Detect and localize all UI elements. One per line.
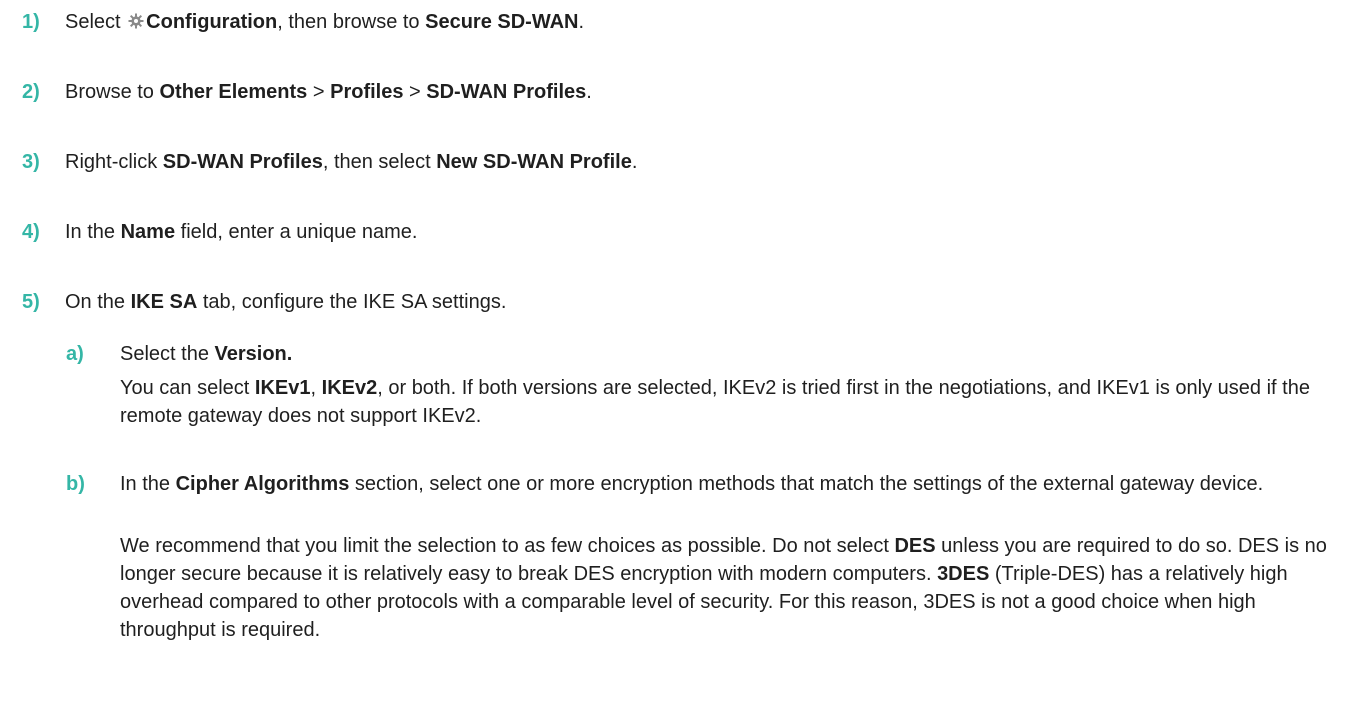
step-text: On the IKE SA tab, configure the IKE SA …: [65, 291, 507, 313]
substep-text: Select the Version.: [120, 343, 293, 365]
secure-sdwan-label: Secure SD-WAN: [425, 11, 579, 33]
step-number: 5): [22, 291, 40, 313]
step-text: In the Name field, enter a unique name.: [65, 221, 418, 243]
substep-b: b) In the Cipher Algorithms section, sel…: [66, 470, 1335, 498]
substep-b-paragraph: We recommend that you limit the selectio…: [120, 535, 1327, 641]
step-number: 4): [22, 221, 40, 243]
step-text: Browse to Other Elements > Profiles > SD…: [65, 81, 592, 103]
step-number: 3): [22, 151, 40, 173]
step-number: 2): [22, 81, 40, 103]
step-number: 1): [22, 11, 40, 33]
step-text: Select Configuration, then browse to Sec…: [65, 11, 585, 33]
configuration-label: Configuration: [146, 11, 278, 33]
substep-number: a): [66, 343, 84, 365]
substep-a-paragraph: You can select IKEv1, IKEv2, or both. If…: [120, 377, 1310, 427]
substep-number: b): [66, 473, 85, 495]
gear-icon: [128, 13, 144, 29]
step-text: Right-click SD-WAN Profiles, then select…: [65, 151, 638, 173]
